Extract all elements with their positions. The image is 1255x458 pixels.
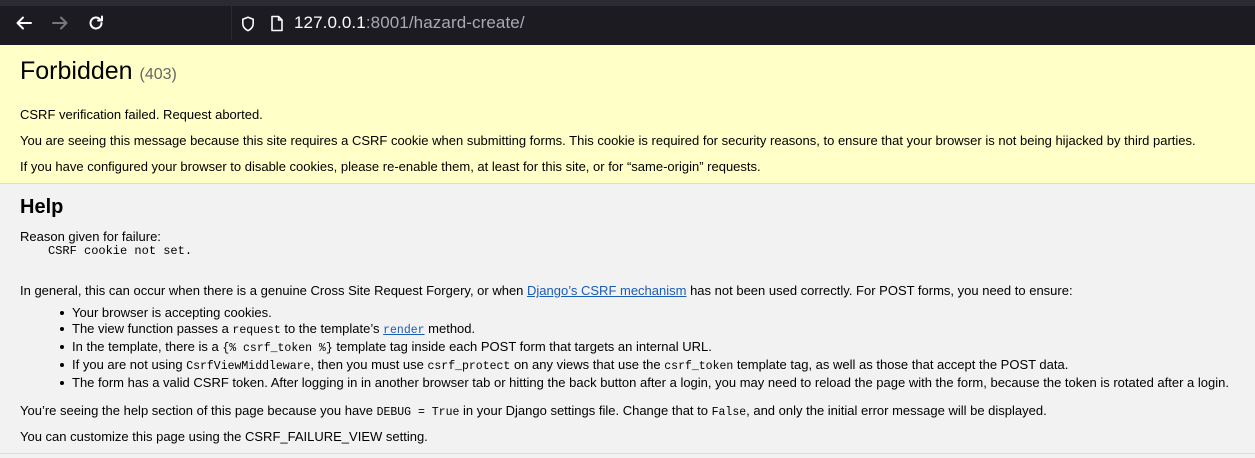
list-item: Your browser is accepting cookies. [60,305,1229,321]
list-item: If you are not using CsrfViewMiddleware,… [60,357,1229,375]
general-paragraph: In general, this can occur when there is… [20,283,1073,298]
help-heading: Help [20,196,64,218]
debug-text-pre: You’re seeing the help section of this p… [20,403,377,418]
bullet-text: If you are not using [72,357,187,372]
general-text-pre: In general, this can occur when there is… [20,283,528,298]
reload-button[interactable] [85,12,107,34]
customize-paragraph: You can customize this page using the CS… [20,429,428,444]
bullet-text: Your browser is accepting cookies. [72,305,272,320]
bullet-text: template tag, as well as those that acce… [733,357,1069,372]
requirements-list: Your browser is accepting cookies. The v… [60,305,1229,391]
page-icon[interactable] [270,15,284,32]
url-host: 127.0.0.1 [294,13,366,32]
bullet-text: In the template, there is a [72,339,223,354]
help-section: Help Reason given for failure: CSRF cook… [0,185,1255,458]
forward-button[interactable] [49,12,71,34]
code-link-text: render [383,324,425,337]
debug-text-mid: in your Django settings file. Change tha… [459,403,712,418]
arrow-left-icon [16,16,32,30]
reason-label: Reason given for failure: [20,229,161,244]
code-snippet: {% csrf_token %} [222,342,333,355]
bullet-text: The form has a valid CSRF token. After l… [72,375,1229,390]
page-title: Forbidden (403) [20,57,177,86]
back-button[interactable] [13,12,35,34]
list-item: The view function passes a request to th… [60,321,1229,339]
code-snippet: False [711,406,747,419]
code-snippet: DEBUG = True [376,406,460,419]
explanation-text: You are seeing this message because this… [20,133,1196,148]
address-bar[interactable]: 127.0.0.1:8001/hazard-create/ [231,6,1255,40]
bullet-text: The view function passes a [72,321,233,336]
code-snippet: csrf_token [664,360,734,373]
failure-message: CSRF verification failed. Request aborte… [20,107,263,122]
csrf-docs-link[interactable]: Django’s CSRF mechanism [527,283,686,298]
shield-icon[interactable] [241,16,255,32]
bullet-text: template tag inside each POST form that … [332,339,712,354]
title-text: Forbidden [20,57,133,85]
list-item: In the template, there is a {% csrf_toke… [60,339,1229,357]
url-text[interactable]: 127.0.0.1:8001/hazard-create/ [294,13,525,33]
bullet-text: to the template’s [280,321,384,336]
arrow-right-icon [52,16,68,30]
debug-paragraph: You’re seeing the help section of this p… [20,403,1047,419]
browser-toolbar: 127.0.0.1:8001/hazard-create/ [0,0,1255,45]
bullet-text: , then you must use [310,357,428,372]
url-path: :8001/hazard-create/ [365,13,525,32]
reason-text: CSRF cookie not set. [48,244,193,258]
code-snippet: csrf_protect [427,360,511,373]
bullet-text: on any views that use the [510,357,665,372]
cookie-advice-text: If you have configured your browser to d… [20,159,761,174]
error-summary: Forbidden (403) CSRF verification failed… [0,45,1255,184]
list-item: The form has a valid CSRF token. After l… [60,375,1229,391]
divider [0,453,1255,454]
general-text-post: has not been used correctly. For POST fo… [686,283,1073,298]
code-snippet: CsrfViewMiddleware [186,360,311,373]
render-docs-link[interactable]: render [383,321,425,337]
bullet-text: method. [424,321,476,336]
status-code: (403) [139,66,177,83]
debug-text-post: , and only the initial error message wil… [746,403,1047,418]
code-snippet: request [232,324,281,337]
reload-icon [89,15,103,30]
